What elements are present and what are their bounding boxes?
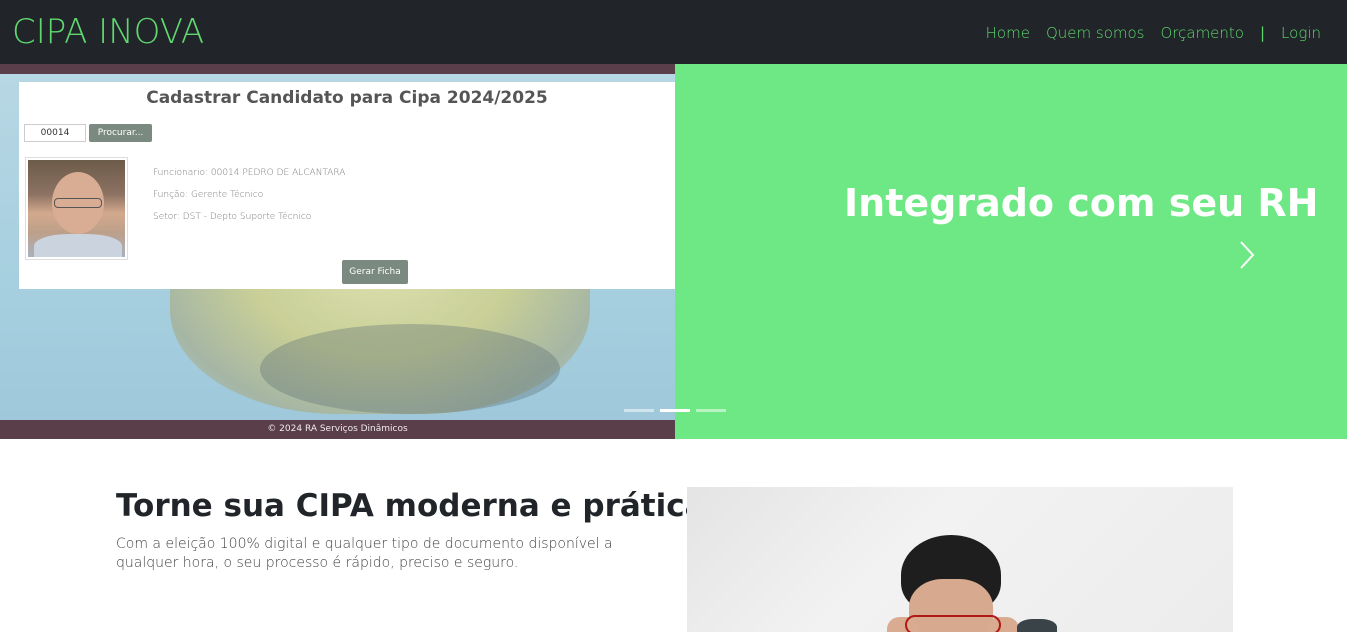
employee-function-line: Função: Gerente Técnico [153, 190, 264, 200]
nav-separator: | [1259, 24, 1266, 42]
person-shirt [1017, 619, 1057, 632]
brand-logo[interactable]: CIPA INOVA [12, 8, 204, 56]
nav-links: Home Quem somos Orçamento | Login [978, 22, 1329, 44]
search-button: Procurar... [89, 124, 152, 142]
employee-sector-line: Setor: DST - Depto Suporte Técnico [153, 212, 312, 222]
nav-home-link[interactable]: Home [978, 22, 1038, 44]
form-title: Cadastrar Candidato para Cipa 2024/2025 [146, 88, 548, 108]
navbar: CIPA INOVA Home Quem somos Orçamento | L… [0, 0, 1347, 64]
employee-name-line: Funcionario: 00014 PEDRO DE ALCANTARA [153, 168, 346, 178]
nav-about-link[interactable]: Quem somos [1038, 22, 1153, 44]
chevron-right-icon [1240, 241, 1255, 269]
person-glasses [905, 615, 1001, 632]
carousel-indicators [624, 409, 726, 412]
nav-quote-link[interactable]: Orçamento [1152, 22, 1252, 44]
screenshot-footer-text: © 2024 RA Serviços Dinâmicos [267, 424, 408, 434]
hero-caption: Integrado com seu RH [844, 181, 1319, 225]
feature-image [687, 487, 1233, 632]
slide-screenshot: Cadastrar Candidato para Cipa 2024/2025 … [0, 64, 675, 439]
photo-shirt [34, 234, 122, 257]
employee-info: Funcionario: 00014 PEDRO DE ALCANTARA Fu… [153, 162, 345, 228]
employee-code-field: 00014 [24, 124, 86, 142]
feature-text: Com a eleição 100% digital e qualquer ti… [116, 536, 613, 571]
photo-glasses [54, 198, 102, 208]
hero-carousel: Cadastrar Candidato para Cipa 2024/2025 … [0, 64, 1347, 439]
screenshot-topbar [0, 64, 675, 74]
feature-title: Torne sua CIPA moderna e prática [116, 488, 706, 524]
helmet-shade [260, 324, 560, 414]
nav-login-link[interactable]: Login [1273, 22, 1329, 44]
generate-form-button: Gerar Ficha [342, 260, 408, 284]
employee-photo-image [28, 160, 125, 257]
carousel-indicator-3[interactable] [696, 409, 726, 412]
screenshot-footer: © 2024 RA Serviços Dinâmicos [0, 420, 675, 439]
carousel-indicator-2[interactable] [660, 409, 690, 412]
employee-photo [25, 157, 128, 260]
carousel-indicator-1[interactable] [624, 409, 654, 412]
candidate-form-card: Cadastrar Candidato para Cipa 2024/2025 … [19, 82, 675, 289]
carousel-next-button[interactable] [1234, 238, 1258, 272]
